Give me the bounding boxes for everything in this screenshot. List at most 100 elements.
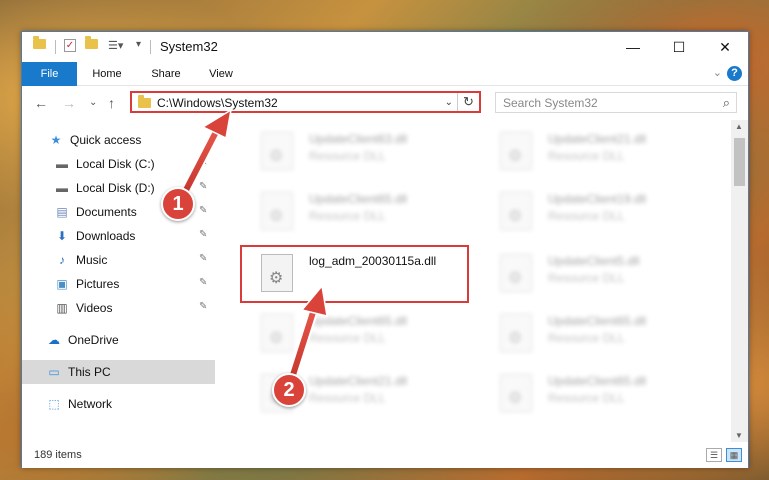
pin-icon: ✎ bbox=[199, 229, 208, 240]
back-icon[interactable]: ← bbox=[34, 95, 48, 111]
close-button[interactable]: ✕ bbox=[702, 32, 748, 62]
status-bar: 189 items ☰ ▦ bbox=[22, 442, 748, 468]
search-placeholder: Search System32 bbox=[503, 96, 598, 110]
details-view-icon[interactable]: ☰ bbox=[706, 448, 722, 462]
search-icon[interactable]: ⌕ bbox=[723, 95, 730, 111]
computer-icon: ▭ bbox=[48, 365, 60, 379]
list-item[interactable]: UpdateClient65.dll Resource DLL bbox=[484, 304, 704, 358]
pin-icon: ✎ bbox=[199, 157, 208, 168]
dll-file-icon bbox=[500, 132, 532, 170]
music-icon: ♪ bbox=[59, 253, 65, 267]
explorer-window: ✓ ☰▾ ▾ System32 — ☐ ✕ File Home Share Vi… bbox=[21, 31, 749, 468]
tab-share[interactable]: Share bbox=[143, 62, 189, 86]
list-item[interactable]: UpdateClient65.dll Resource DLL bbox=[484, 364, 704, 418]
sidebar-item-label: Downloads bbox=[76, 229, 136, 243]
star-icon: ★ bbox=[50, 133, 62, 147]
sidebar-item-this-pc[interactable]: ▭ This PC bbox=[22, 360, 215, 384]
callout-badge-2: 2 bbox=[272, 373, 306, 407]
pin-icon: ✎ bbox=[199, 253, 208, 264]
item-count: 189 items bbox=[34, 449, 82, 461]
forward-icon[interactable]: → bbox=[62, 95, 76, 111]
onedrive-icon: ☁ bbox=[48, 333, 60, 347]
sidebar-item-label: Music bbox=[76, 253, 108, 267]
drive-icon: ▬ bbox=[56, 181, 68, 195]
sidebar-item-videos[interactable]: ▥ Videos ✎ bbox=[22, 296, 215, 320]
sidebar-item-downloads[interactable]: ⬇ Downloads ✎ bbox=[22, 224, 215, 248]
sidebar-item-label: Documents bbox=[76, 205, 137, 219]
list-item[interactable]: UpdateClient19.dll Resource DLL bbox=[484, 182, 704, 236]
sidebar-item-label: Pictures bbox=[76, 277, 120, 291]
vertical-scrollbar[interactable]: ▲ ▼ bbox=[731, 120, 748, 442]
folder-icon[interactable] bbox=[33, 36, 46, 49]
pin-icon: ✎ bbox=[199, 301, 208, 312]
sidebar-item-label: OneDrive bbox=[68, 333, 119, 347]
window-title: System32 bbox=[160, 39, 218, 54]
scroll-up-icon[interactable]: ▲ bbox=[735, 122, 743, 131]
pictures-icon: ▣ bbox=[56, 277, 68, 291]
sidebar-item-network[interactable]: ⬚ Network bbox=[22, 392, 215, 416]
scroll-down-icon[interactable]: ▼ bbox=[735, 431, 743, 440]
sidebar-item-local-disk-c[interactable]: ▬ Local Disk (C:) ✎ bbox=[22, 152, 215, 176]
list-item[interactable]: UpdateClient65.dll Resource DLL bbox=[245, 182, 465, 236]
ribbon: File Home Share View ⌄ ? bbox=[22, 62, 748, 86]
sidebar-item-label: Videos bbox=[76, 301, 113, 315]
sidebar-item-label: Local Disk (C:) bbox=[76, 157, 155, 171]
scroll-thumb[interactable] bbox=[734, 138, 745, 186]
minimize-button[interactable]: — bbox=[610, 32, 656, 62]
list-item[interactable]: UpdateClient21.dll Resource DLL bbox=[484, 122, 704, 176]
sidebar-item-label: This PC bbox=[68, 365, 111, 379]
callout-badge-1: 1 bbox=[161, 187, 195, 221]
sidebar-item-music[interactable]: ♪ Music ✎ bbox=[22, 248, 215, 272]
address-bar[interactable]: C:\Windows\System32 ⌄ ↻ bbox=[130, 91, 481, 113]
view-switcher: ☰ ▦ bbox=[706, 448, 742, 462]
tab-view[interactable]: View bbox=[198, 62, 244, 86]
new-folder-icon[interactable] bbox=[85, 36, 98, 49]
sidebar-item-pictures[interactable]: ▣ Pictures ✎ bbox=[22, 272, 215, 296]
tab-home[interactable]: Home bbox=[84, 62, 130, 86]
list-item[interactable]: UpdateClient65.dll Resource DLL bbox=[245, 304, 465, 358]
maximize-button[interactable]: ☐ bbox=[656, 32, 702, 62]
sidebar-item-quick-access[interactable]: ★ Quick access bbox=[22, 128, 215, 152]
customize-toolbar-icon[interactable]: ▾ bbox=[136, 39, 141, 50]
pin-icon: ✎ bbox=[199, 205, 208, 216]
help-icon[interactable]: ? bbox=[727, 66, 742, 81]
dll-file-icon bbox=[500, 192, 532, 230]
dll-file-icon bbox=[261, 132, 293, 170]
drive-icon: ▬ bbox=[56, 157, 68, 171]
recent-locations-icon[interactable]: ⌄ bbox=[89, 97, 97, 108]
network-icon: ⬚ bbox=[48, 397, 60, 411]
up-icon[interactable]: ↑ bbox=[108, 95, 115, 111]
pin-icon: ✎ bbox=[199, 181, 208, 192]
sidebar-item-label: Local Disk (D:) bbox=[76, 181, 155, 195]
separator bbox=[150, 40, 151, 54]
highlight-box bbox=[240, 245, 469, 303]
separator bbox=[55, 40, 56, 54]
large-icons-view-icon[interactable]: ▦ bbox=[726, 448, 742, 462]
downloads-icon: ⬇ bbox=[56, 229, 68, 243]
pin-icon: ✎ bbox=[199, 277, 208, 288]
address-path[interactable]: C:\Windows\System32 bbox=[157, 95, 278, 111]
navigation-bar: ← → ⌄ ↑ C:\Windows\System32 ⌄ ↻ Search S… bbox=[22, 86, 748, 120]
title-bar: ✓ ☰▾ ▾ System32 — ☐ ✕ bbox=[22, 32, 748, 62]
tab-file[interactable]: File bbox=[22, 62, 77, 86]
quick-access-toolbar-dropdown-icon[interactable]: ☰▾ bbox=[108, 39, 123, 52]
videos-icon: ▥ bbox=[56, 301, 68, 315]
dll-file-icon bbox=[500, 314, 532, 352]
refresh-icon[interactable]: ↻ bbox=[457, 93, 479, 111]
documents-icon: ▤ bbox=[56, 205, 68, 219]
navigation-pane: ★ Quick access ▬ Local Disk (C:) ✎ ▬ Loc… bbox=[22, 120, 215, 440]
expand-ribbon-icon[interactable]: ⌄ bbox=[713, 66, 722, 79]
list-item[interactable]: UpdateClient63.dll Resource DLL bbox=[245, 122, 465, 176]
properties-icon[interactable]: ✓ bbox=[64, 39, 76, 52]
dll-file-icon bbox=[500, 374, 532, 412]
search-input[interactable]: Search System32 ⌕ bbox=[495, 92, 737, 113]
dll-file-icon bbox=[261, 192, 293, 230]
address-folder-icon bbox=[138, 95, 151, 108]
address-dropdown-icon[interactable]: ⌄ bbox=[445, 95, 453, 111]
sidebar-item-onedrive[interactable]: ☁ OneDrive bbox=[22, 328, 215, 352]
list-item[interactable]: UpdateClient5.dll Resource DLL bbox=[484, 244, 704, 298]
sidebar-item-label: Network bbox=[68, 397, 113, 411]
dll-file-icon bbox=[500, 254, 532, 292]
sidebar-item-label: Quick access bbox=[70, 133, 142, 147]
dll-file-icon bbox=[261, 314, 293, 352]
